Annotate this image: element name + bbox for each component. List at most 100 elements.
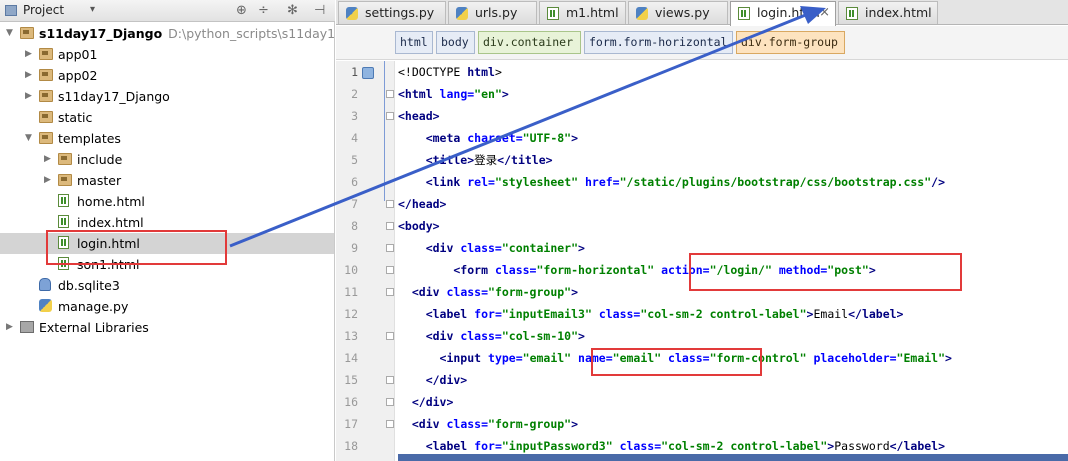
chevron-right-icon[interactable]: ▶	[25, 44, 32, 65]
tree-item-name: s11day17_Django	[58, 89, 170, 104]
tree-item[interactable]: ▶ app01	[0, 44, 334, 65]
line-number: 14	[344, 351, 358, 365]
chevron-right-icon[interactable]: ▶	[44, 149, 51, 170]
selected-line-highlight	[398, 454, 1068, 461]
chevron-right-icon[interactable]: ▶	[44, 170, 51, 191]
code-line[interactable]: <div class="form-group">	[398, 413, 578, 435]
fold-toggle-icon[interactable]	[386, 244, 394, 252]
code-token: class=	[446, 417, 489, 431]
scroll-from-source-icon[interactable]: ⊕	[236, 2, 247, 20]
tree-item[interactable]: ▶ include	[0, 149, 334, 170]
tree-item[interactable]: ▼ s11day17_Django D:\python_scripts\s11day…	[0, 23, 370, 44]
tree-item[interactable]: ▶ External Libraries	[0, 317, 334, 338]
breadcrumb-item[interactable]: div.container	[478, 31, 581, 54]
fold-toggle-icon[interactable]	[386, 200, 394, 208]
editor-tab[interactable]: index.html	[838, 1, 938, 24]
html-file-icon	[846, 7, 858, 20]
code-line[interactable]: <title>登录</title>	[398, 149, 553, 171]
chevron-down-icon[interactable]: ▼	[25, 128, 32, 149]
folder-icon	[39, 90, 53, 102]
fold-toggle-icon[interactable]	[386, 266, 394, 274]
code-line[interactable]: <label for="inputEmail3" class="col-sm-2…	[398, 303, 904, 325]
fold-toggle-icon[interactable]	[386, 420, 394, 428]
code-line[interactable]: <!DOCTYPE html>	[398, 61, 502, 83]
fold-toggle-icon[interactable]	[386, 332, 394, 340]
tree-item-name: master	[77, 173, 122, 188]
code-token: class=	[460, 329, 502, 343]
code-token: >	[578, 329, 585, 343]
line-number: 9	[351, 241, 358, 255]
close-icon[interactable]: ×	[819, 2, 830, 24]
editor-tab[interactable]: login.html ×	[730, 1, 836, 26]
code-line[interactable]: <body>	[398, 215, 440, 237]
html-file-icon	[547, 7, 559, 20]
tree-item[interactable]: ▶ master	[0, 170, 334, 191]
breadcrumb-item[interactable]: div.form-group	[736, 31, 845, 54]
project-view-selector[interactable]: Project	[23, 3, 64, 17]
tree-item[interactable]: static	[0, 107, 334, 128]
tree-item[interactable]: home.html	[0, 191, 334, 212]
tree-item[interactable]: db.sqlite3	[0, 275, 334, 296]
code-line[interactable]: <div class="col-sm-10">	[398, 325, 585, 347]
code-line[interactable]: <meta charset="UTF-8">	[398, 127, 578, 149]
code-line[interactable]: <div class="form-group">	[398, 281, 578, 303]
code-token: "col-sm-10"	[501, 329, 579, 343]
collapse-all-icon[interactable]: ÷	[258, 2, 269, 20]
gear-icon[interactable]: ✻	[287, 2, 298, 20]
file-type-gutter-icon[interactable]	[362, 67, 374, 79]
chevron-right-icon[interactable]: ▶	[25, 86, 32, 107]
editor-tab[interactable]: urls.py	[448, 1, 537, 24]
code-token: "form-horizontal"	[536, 263, 662, 277]
indent-guide	[384, 61, 385, 201]
code-token: <head>	[398, 109, 440, 123]
hide-panel-icon[interactable]: ⊣	[314, 2, 325, 20]
fold-toggle-icon[interactable]	[386, 90, 394, 98]
code-token: <title>	[398, 153, 475, 167]
tree-item[interactable]: manage.py	[0, 296, 334, 317]
fold-toggle-icon[interactable]	[386, 376, 394, 384]
code-token: </div>	[398, 373, 468, 387]
code-line[interactable]: <link rel="stylesheet" href="/static/plu…	[398, 171, 945, 193]
code-token: Email	[813, 307, 849, 321]
code-token: </label>	[889, 439, 946, 453]
code-token: >	[571, 131, 579, 145]
code-line[interactable]: </div>	[398, 391, 454, 413]
tree-item-name: include	[77, 152, 123, 167]
code-line[interactable]: </head>	[398, 193, 446, 215]
editor-tab[interactable]: views.py	[628, 1, 728, 24]
fold-toggle-icon[interactable]	[386, 288, 394, 296]
breadcrumb-item[interactable]: html	[395, 31, 433, 54]
editor-tab[interactable]: settings.py	[338, 1, 446, 24]
chevron-right-icon[interactable]: ▶	[25, 65, 32, 86]
fold-toggle-icon[interactable]	[386, 222, 394, 230]
chevron-down-icon[interactable]: ▾	[90, 4, 95, 15]
code-token: >	[945, 351, 952, 365]
chevron-down-icon[interactable]: ▼	[6, 23, 13, 44]
code-token: </title>	[497, 153, 553, 167]
tree-item-label: templates	[58, 128, 121, 149]
folder-icon	[58, 174, 72, 186]
project-icon	[5, 5, 17, 16]
code-line[interactable]: <html lang="en">	[398, 83, 509, 105]
code-token: <div	[398, 417, 447, 431]
code-line[interactable]: <div class="container">	[398, 237, 585, 259]
editor-tab[interactable]: m1.html	[539, 1, 626, 24]
breadcrumb-item[interactable]: form.form-horizontal	[584, 31, 733, 54]
tree-item[interactable]: ▼ templates	[0, 128, 334, 149]
breadcrumb-item[interactable]: body	[436, 31, 475, 54]
tree-item-label: app01	[58, 44, 97, 65]
chevron-right-icon[interactable]: ▶	[6, 317, 13, 338]
code-line[interactable]: </div>	[398, 369, 468, 391]
tree-item-name: templates	[58, 131, 121, 146]
tree-item[interactable]: ▶ app02	[0, 65, 334, 86]
code-token: "/static/plugins/bootstrap/css/bootstrap…	[619, 175, 932, 189]
folder-icon	[39, 132, 53, 144]
code-token: >	[501, 87, 509, 101]
tree-item[interactable]: ▶ s11day17_Django	[0, 86, 334, 107]
fold-toggle-icon[interactable]	[386, 398, 394, 406]
code-line[interactable]: <head>	[398, 105, 440, 127]
html-file-icon	[58, 194, 69, 207]
breadcrumb: html body div.container form.form-horizonta…	[336, 26, 1068, 60]
fold-toggle-icon[interactable]	[386, 112, 394, 120]
line-number: 4	[351, 131, 358, 145]
